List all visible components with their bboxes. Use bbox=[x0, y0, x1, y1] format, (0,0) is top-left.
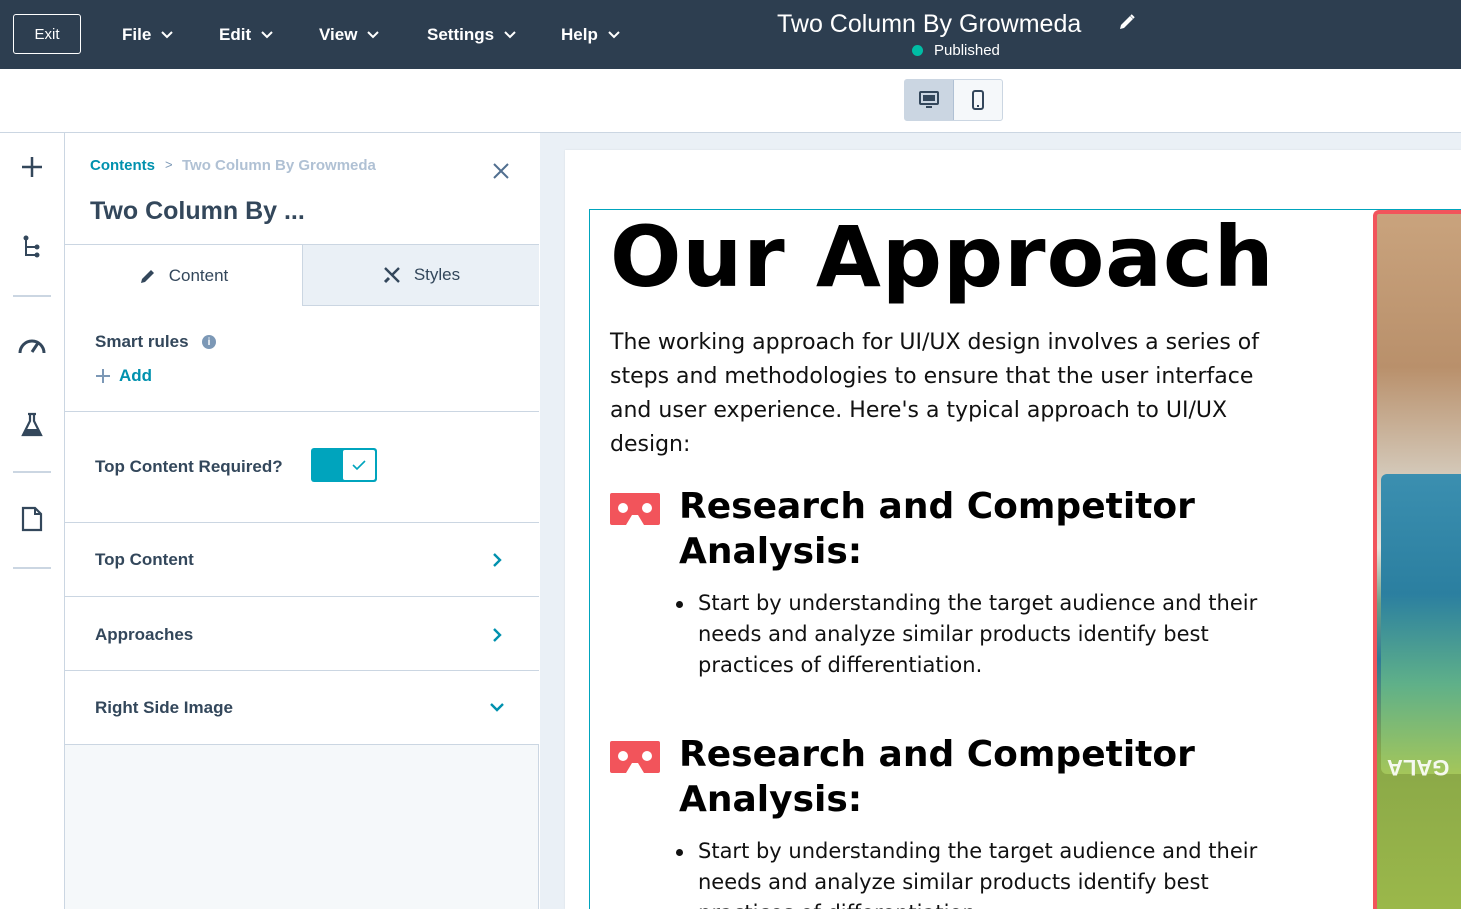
rail-divider bbox=[13, 295, 51, 297]
page-settings-button[interactable] bbox=[16, 503, 48, 535]
row-label: Top Content bbox=[95, 550, 194, 569]
selected-module[interactable]: Our Approach The working approach for UI… bbox=[589, 208, 1461, 909]
layers-button[interactable] bbox=[16, 231, 48, 263]
mobile-icon bbox=[971, 90, 984, 110]
rail-divider bbox=[13, 567, 51, 569]
chevron-down-icon bbox=[261, 30, 273, 38]
document-icon bbox=[21, 506, 43, 532]
approach-bullet[interactable]: Start by understanding the target audien… bbox=[676, 588, 1276, 681]
preview-canvas: Our Approach The working approach for UI… bbox=[540, 133, 1461, 909]
menu-label: Help bbox=[561, 24, 598, 44]
pencil-icon bbox=[140, 269, 154, 283]
breadcrumb-current: Two Column By Growmeda bbox=[182, 157, 376, 174]
tablet-photo bbox=[1381, 474, 1461, 774]
row-label: Right Side Image bbox=[95, 698, 233, 717]
chevron-down-icon bbox=[504, 30, 516, 38]
bullet-dot bbox=[676, 601, 683, 608]
top-content-required-toggle[interactable] bbox=[311, 448, 377, 482]
approach-bullet-text: Start by understanding the target audien… bbox=[698, 591, 1258, 677]
info-icon[interactable]: i bbox=[202, 335, 216, 349]
menu-edit[interactable]: Edit bbox=[219, 0, 273, 69]
chevron-down-icon bbox=[490, 703, 504, 712]
right-side-image[interactable]: GALA bbox=[1373, 210, 1461, 909]
vr-headset-icon bbox=[610, 741, 660, 773]
chevron-down-icon bbox=[608, 30, 620, 38]
desktop-view-button[interactable] bbox=[905, 80, 954, 120]
approach-title[interactable]: Research and Competitor Analysis: bbox=[679, 732, 1259, 822]
close-icon[interactable] bbox=[491, 161, 511, 181]
module-editor-panel: Contents > Two Column By Growmeda Two Co… bbox=[65, 133, 539, 909]
row-label: Approaches bbox=[95, 625, 194, 644]
plus-icon bbox=[96, 369, 110, 383]
section-heading[interactable]: Our Approach bbox=[610, 208, 1275, 306]
test-button[interactable] bbox=[16, 409, 48, 441]
plus-icon bbox=[22, 157, 42, 177]
vr-headset-icon bbox=[610, 493, 660, 525]
chevron-right-icon bbox=[493, 628, 502, 642]
menu-file[interactable]: File bbox=[122, 0, 174, 69]
add-label: Add bbox=[119, 366, 153, 385]
tab-styles[interactable]: Styles bbox=[302, 245, 539, 306]
add-module-button[interactable] bbox=[16, 151, 48, 183]
tab-label: Styles bbox=[413, 265, 461, 284]
row-right-side-image[interactable]: Right Side Image bbox=[65, 671, 539, 745]
menu-view[interactable]: View bbox=[319, 0, 380, 69]
checkmark-icon bbox=[352, 460, 366, 471]
chevron-right-icon bbox=[493, 553, 502, 567]
tab-content[interactable]: Content bbox=[65, 245, 302, 306]
speedometer-icon bbox=[18, 339, 46, 354]
desktop-icon bbox=[918, 91, 939, 108]
preview-page: Our Approach The working approach for UI… bbox=[565, 150, 1461, 909]
brush-icon bbox=[383, 267, 400, 284]
row-approaches[interactable]: Approaches bbox=[65, 597, 539, 671]
flask-icon bbox=[21, 412, 43, 437]
bullet-dot bbox=[676, 849, 683, 856]
image-brand-text: GALA bbox=[1387, 755, 1450, 780]
left-icon-rail bbox=[0, 133, 65, 909]
menu-settings[interactable]: Settings bbox=[427, 0, 516, 69]
document-title[interactable]: Two Column By Growmeda bbox=[777, 10, 1081, 39]
rail-divider bbox=[13, 471, 51, 473]
chevron-down-icon bbox=[367, 30, 380, 38]
row-top-content[interactable]: Top Content bbox=[65, 523, 539, 597]
pencil-icon[interactable] bbox=[1118, 13, 1136, 31]
toggle-knob bbox=[342, 449, 376, 481]
section-lead-text[interactable]: The working approach for UI/UX design in… bbox=[610, 326, 1290, 462]
menu-label: File bbox=[122, 24, 152, 44]
exit-button[interactable]: Exit bbox=[13, 14, 81, 54]
panel-title: Two Column By ... bbox=[90, 197, 305, 225]
toolbar bbox=[0, 69, 1461, 133]
top-bar: Exit File Edit View Settings Help Two Co… bbox=[0, 0, 1461, 69]
top-content-required-label: Top Content Required? bbox=[95, 457, 283, 476]
menu-label: Settings bbox=[427, 24, 495, 44]
menu-help[interactable]: Help bbox=[561, 0, 620, 69]
tab-label: Content bbox=[168, 265, 229, 285]
smart-rules-label: Smart rules bbox=[95, 332, 189, 351]
menu-label: Edit bbox=[219, 24, 252, 44]
optimize-button[interactable] bbox=[16, 329, 48, 361]
panel-tabs: Content Styles bbox=[65, 245, 539, 306]
approach-bullet-text: Start by understanding the target audien… bbox=[698, 839, 1258, 909]
add-smart-rule-button[interactable]: Add bbox=[95, 366, 152, 386]
smart-rules-section: Smart rules i Add bbox=[65, 306, 539, 412]
device-view-toggle bbox=[904, 79, 1003, 121]
tree-icon bbox=[23, 235, 40, 258]
approach-title[interactable]: Research and Competitor Analysis: bbox=[679, 484, 1259, 574]
panel-header: Contents > Two Column By Growmeda Two Co… bbox=[65, 133, 539, 245]
status-label: Published bbox=[934, 42, 1000, 59]
breadcrumb-contents[interactable]: Contents bbox=[90, 157, 155, 174]
top-content-required-section: Top Content Required? bbox=[65, 412, 539, 523]
breadcrumb-separator: > bbox=[165, 157, 173, 172]
chevron-down-icon bbox=[161, 30, 174, 38]
status-dot bbox=[912, 45, 923, 56]
mobile-view-button[interactable] bbox=[954, 80, 1003, 120]
approach-bullet[interactable]: Start by understanding the target audien… bbox=[676, 836, 1276, 909]
menu-label: View bbox=[319, 24, 358, 44]
